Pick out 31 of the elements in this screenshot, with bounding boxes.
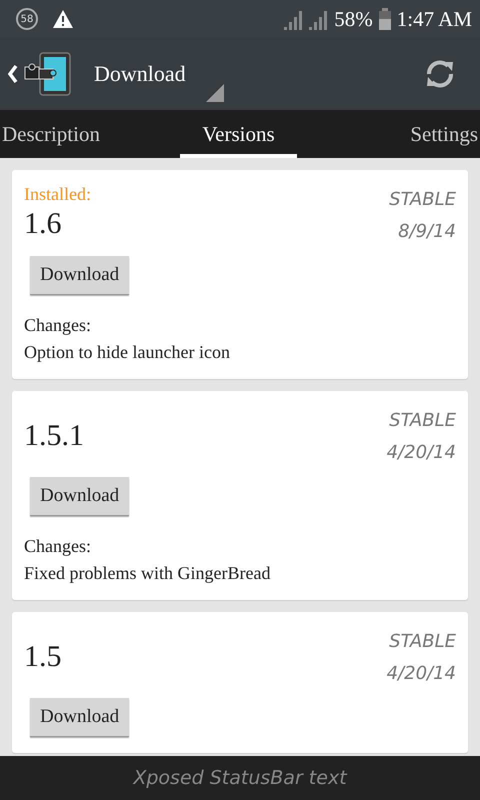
notification-badge: 58 xyxy=(16,8,38,30)
release-type: STABLE xyxy=(389,188,456,212)
release-date: 4/20/14 xyxy=(386,441,456,465)
changes-text: Fixed problems with GingerBread xyxy=(24,563,272,584)
release-date: 4/20/14 xyxy=(386,662,456,686)
tab[interactable]: Description xyxy=(0,110,140,158)
tab[interactable]: Settings xyxy=(410,110,480,158)
changes-text: Option to hide launcher icon xyxy=(24,342,231,363)
changes-label: Changes: xyxy=(24,315,92,336)
puzzle-phone-icon xyxy=(24,52,72,96)
battery-percent: 58% xyxy=(334,6,373,32)
footer-text: Xposed StatusBar text xyxy=(0,756,480,800)
changes-label: Changes: xyxy=(24,536,92,557)
version-number: 1.5.1 xyxy=(24,419,84,453)
download-button[interactable]: Download xyxy=(30,477,130,516)
version-number: 1.6 xyxy=(24,207,62,241)
installed-label: Installed: xyxy=(24,184,91,205)
download-button[interactable]: Download xyxy=(30,698,130,737)
release-type: STABLE xyxy=(388,409,456,433)
back-chevron-icon xyxy=(8,64,18,84)
download-button[interactable]: Download xyxy=(30,256,130,295)
clock: 1:47 AM xyxy=(396,6,472,32)
signal-icon xyxy=(284,8,304,30)
battery-icon xyxy=(378,8,391,30)
version-number: 1.5 xyxy=(24,640,62,674)
warning-icon xyxy=(52,9,74,29)
signal-icon xyxy=(309,8,328,30)
dropdown-corner-icon xyxy=(206,84,224,102)
screen-title[interactable]: Download xyxy=(94,61,186,87)
release-date: 8/9/14 xyxy=(397,220,456,244)
release-type: STABLE xyxy=(388,630,456,654)
